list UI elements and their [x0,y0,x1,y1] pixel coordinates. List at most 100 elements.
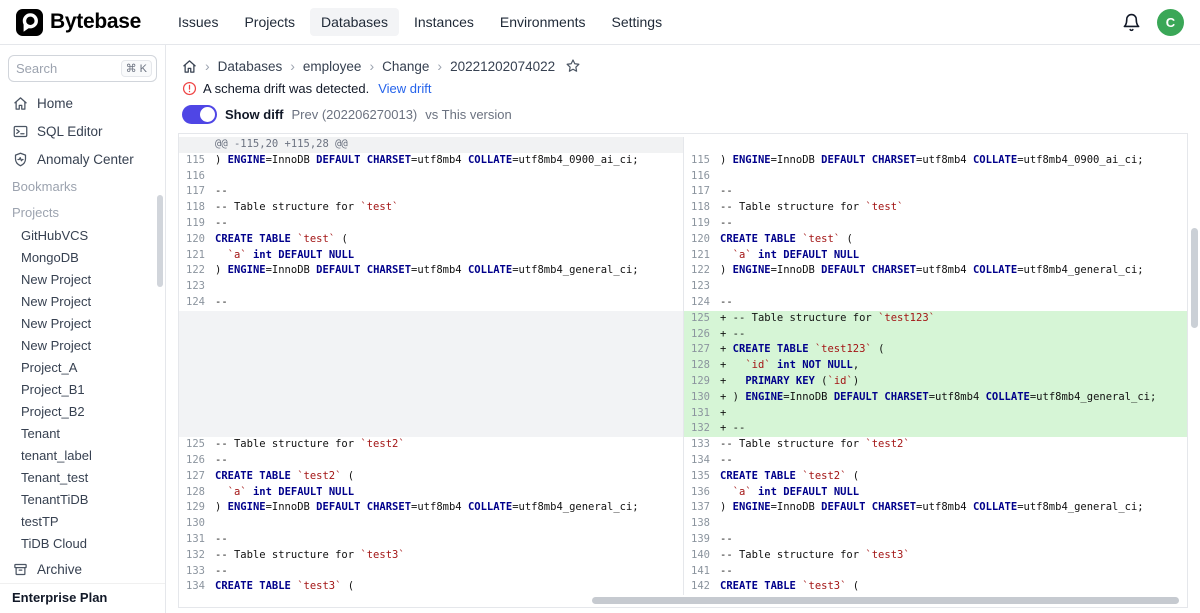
diff-right-cell: 126+ -- [683,327,1187,343]
diff-left-cell: 116 [179,169,683,185]
diff-right-cell: 135CREATE TABLE `test2` ( [683,469,1187,485]
line-number: 117 [684,184,720,200]
sidebar-project-item[interactable]: testTP [0,511,165,533]
diff-row: 128 `a` int DEFAULT NULL136 `a` int DEFA… [179,485,1187,501]
code-line: -- [720,564,733,580]
line-number: 116 [179,169,215,185]
show-diff-toggle[interactable] [182,105,217,124]
diff-right-cell: 127+ CREATE TABLE `test123` ( [683,342,1187,358]
sidebar-project-item[interactable]: Project_B2 [0,401,165,423]
nav-item-instances[interactable]: Instances [403,8,485,36]
sidebar-section-bookmarks[interactable]: Bookmarks [0,174,165,200]
sidebar-project-item[interactable]: New Project [0,269,165,291]
diff-horizontal-scrollbar[interactable] [592,597,1179,604]
breadcrumb-item[interactable]: 20221202074022 [450,59,555,74]
sidebar-project-item[interactable]: New Project [0,291,165,313]
line-number: 129 [179,500,215,516]
diff-row: 133--141-- [179,564,1187,580]
diff-row: 127+ CREATE TABLE `test123` ( [179,342,1187,358]
diff-right-cell: 119-- [683,216,1187,232]
sidebar-project-item[interactable]: Tenant_test [0,467,165,489]
diff-left-cell: 125-- Table structure for `test2` [179,437,683,453]
sidebar-project-item[interactable]: tenant_label [0,445,165,467]
code-line: -- Table structure for `test2` [215,437,405,453]
sidebar-project-item[interactable]: Project_A [0,357,165,379]
breadcrumb-item[interactable]: Change [382,59,429,74]
breadcrumb-separator-icon: › [369,58,374,74]
nav-item-projects[interactable]: Projects [233,8,306,36]
breadcrumb-separator-icon: › [205,58,210,74]
diff-right-cell: 136 `a` int DEFAULT NULL [683,485,1187,501]
sidebar-project-item[interactable]: MongoDB [0,247,165,269]
archive-icon [13,562,28,577]
sidebar-item-archive[interactable]: Archive [0,555,165,583]
sidebar-project-item[interactable]: Tenant [0,423,165,445]
diff-left-cell [179,374,683,390]
sidebar-project-item[interactable]: TiDB Cloud [0,533,165,555]
diff-right-cell: 124-- [683,295,1187,311]
breadcrumb-item[interactable]: Databases [218,59,283,74]
sidebar-item-sql-editor[interactable]: SQL Editor [0,118,165,146]
line-number: 115 [684,153,720,169]
sidebar-project-item[interactable]: GitHubVCS [0,225,165,247]
code-line: + PRIMARY KEY (`id`) [720,374,859,390]
line-number: 120 [684,232,720,248]
sidebar-scrollbar[interactable] [157,195,163,287]
sidebar-project-item[interactable]: TenantTiDB [0,489,165,511]
diff-row: 129+ PRIMARY KEY (`id`) [179,374,1187,390]
line-number: 134 [684,453,720,469]
diff-row: 120CREATE TABLE `test` (120CREATE TABLE … [179,232,1187,248]
search-input[interactable] [16,61,117,76]
diff-editor[interactable]: @@ -115,20 +115,28 @@115) ENGINE=InnoDB … [178,133,1188,608]
diff-right-cell: 140-- Table structure for `test3` [683,548,1187,564]
diff-left-cell [179,311,683,327]
code-line: -- Table structure for `test3` [720,548,910,564]
line-number: 127 [684,342,720,358]
diff-right-cell: 125+ -- Table structure for `test123` [683,311,1187,327]
notifications-bell-icon[interactable] [1122,13,1141,32]
nav-item-databases[interactable]: Databases [310,8,399,36]
code-line: ) ENGINE=InnoDB DEFAULT CHARSET=utf8mb4 … [720,263,1144,279]
user-avatar[interactable]: C [1157,9,1184,36]
line-number: 133 [179,564,215,580]
nav-item-environments[interactable]: Environments [489,8,597,36]
code-line: -- [720,184,733,200]
diff-right-cell: 130+ ) ENGINE=InnoDB DEFAULT CHARSET=utf… [683,390,1187,406]
home-icon [13,96,28,111]
diff-left-cell: 117-- [179,184,683,200]
compare-prev-version[interactable]: Prev (202206270013) [292,107,418,122]
show-diff-label: Show diff [225,107,284,122]
sidebar-item-home[interactable]: Home [0,90,165,118]
sidebar-project-item[interactable]: Project_B1 [0,379,165,401]
code-line: -- [720,453,733,469]
diff-left-cell: 132-- Table structure for `test3` [179,548,683,564]
line-number: 135 [684,469,720,485]
bytebase-logo[interactable]: Bytebase [16,9,141,36]
code-line: -- Table structure for `test` [720,200,903,216]
line-number: 131 [684,406,720,422]
sidebar-projects: GitHubVCSMongoDBNew ProjectNew ProjectNe… [0,225,165,555]
home-icon[interactable] [182,59,197,74]
diff-row: 117--117-- [179,184,1187,200]
sidebar-bottom: Archive Enterprise Plan [0,555,165,613]
nav-item-issues[interactable]: Issues [167,8,229,36]
line-number [179,358,215,374]
sidebar: ⌘ K HomeSQL EditorAnomaly Center Bookmar… [0,45,166,613]
line-number [179,390,215,406]
code-line: ) ENGINE=InnoDB DEFAULT CHARSET=utf8mb4 … [215,153,639,169]
sidebar-project-item[interactable]: New Project [0,335,165,357]
line-number: 123 [684,279,720,295]
nav-item-settings[interactable]: Settings [601,8,674,36]
bookmark-star-icon[interactable] [565,58,581,74]
breadcrumb-item[interactable]: employee [303,59,362,74]
sidebar-project-item[interactable]: New Project [0,313,165,335]
sidebar-item-anomaly-center[interactable]: Anomaly Center [0,146,165,174]
view-drift-link[interactable]: View drift [378,81,431,96]
topnav-right: C [1122,9,1184,36]
diff-left-cell: 124-- [179,295,683,311]
main-vertical-scrollbar[interactable] [1191,228,1198,328]
schema-drift-alert: A schema drift was detected. View drift [166,79,1200,99]
code-line: -- [720,295,733,311]
diff-left-cell: 118-- Table structure for `test` [179,200,683,216]
search-box[interactable]: ⌘ K [8,55,157,82]
